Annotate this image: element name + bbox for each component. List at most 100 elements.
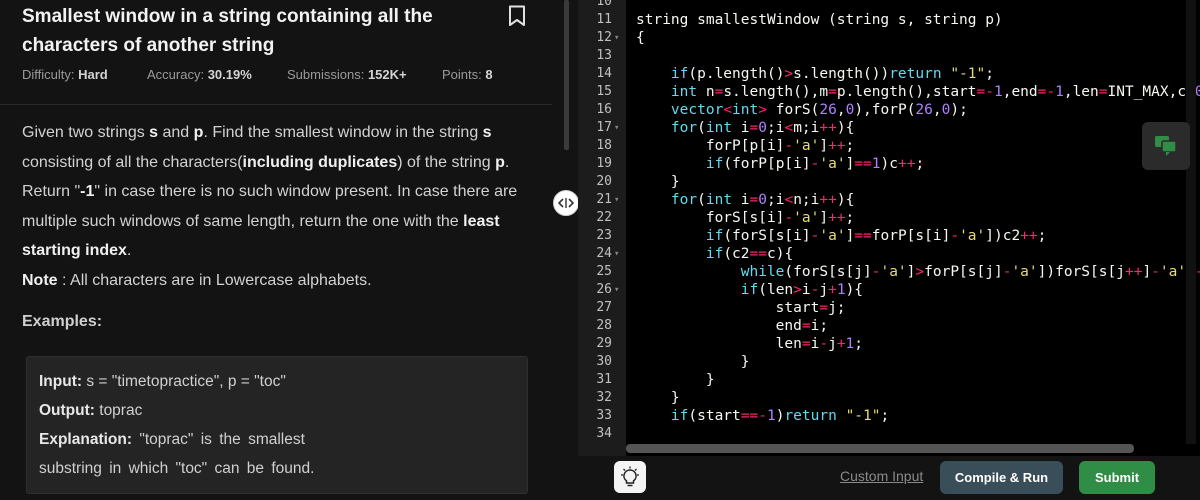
code-text[interactable]: if(p.length()>s.length())return "-1";	[636, 65, 994, 83]
code-text[interactable]: {	[636, 29, 645, 47]
example-box: Input: s = "timetopractice", p = "toc" O…	[26, 356, 528, 494]
line-number: 33	[596, 408, 612, 423]
vertical-scrollbar[interactable]	[1186, 0, 1196, 444]
line-number: 12	[596, 30, 612, 45]
submit-button[interactable]: Submit	[1079, 461, 1155, 494]
horizontal-scrollbar[interactable]	[626, 444, 1134, 453]
code-text[interactable]: forS[s[i]-'a']++;	[636, 209, 854, 227]
code-text[interactable]: len=i-j+1;	[636, 335, 863, 353]
line-number: 21	[596, 192, 612, 207]
code-line[interactable]: 22 forS[s[i]-'a']++;	[578, 209, 1200, 227]
code-text[interactable]: if(start==-1)return "-1";	[636, 407, 889, 425]
lightbulb-icon[interactable]	[614, 461, 646, 493]
custom-input-link[interactable]: Custom Input	[840, 468, 923, 484]
example-explanation: Explanation: "toprac" is the smallest	[39, 431, 305, 448]
code-text[interactable]: }	[636, 371, 715, 389]
line-number: 34	[596, 426, 612, 441]
code-line[interactable]: 10	[578, 0, 1200, 11]
fold-toggle-icon[interactable]: ▾	[614, 191, 619, 209]
code-text[interactable]: start=j;	[636, 299, 846, 317]
line-number: 28	[596, 318, 612, 333]
code-line[interactable]: 31 }	[578, 371, 1200, 389]
line-number: 15	[596, 84, 612, 99]
code-line[interactable]: 14 if(p.length()>s.length())return "-1";	[578, 65, 1200, 83]
problem-title: Smallest window in a string containing a…	[22, 6, 433, 56]
code-text[interactable]: forP[p[i]-'a']++;	[636, 137, 854, 155]
example-output: Output: toprac	[39, 402, 143, 419]
fold-toggle-icon[interactable]: ▾	[614, 119, 619, 137]
difficulty: Difficulty: Hard	[22, 67, 108, 82]
code-line[interactable]: 27 start=j;	[578, 299, 1200, 317]
line-number: 10	[596, 0, 612, 9]
code-line[interactable]: 29 len=i-j+1;	[578, 335, 1200, 353]
line-number: 22	[596, 210, 612, 225]
fold-toggle-icon[interactable]: ▾	[614, 281, 619, 299]
code-text[interactable]: if(forP[p[i]-'a']==1)c++;	[636, 155, 924, 173]
resize-handle-icon[interactable]	[553, 190, 579, 216]
code-line[interactable]: 25 while(forS[s[j]-'a']>forP[s[j]-'a'])f…	[578, 263, 1200, 281]
code-text[interactable]: }	[636, 353, 750, 371]
code-text[interactable]: }	[636, 173, 680, 191]
code-text[interactable]: for(int i=0;i<n;i++){	[636, 191, 854, 209]
code-text[interactable]: string smallestWindow (string s, string …	[636, 11, 1003, 29]
problem-panel: Smallest window in a string containing a…	[0, 0, 552, 500]
code-line[interactable]: 24 ▾ if(c2==c){	[578, 245, 1200, 263]
code-line[interactable]: 15 int n=s.length(),m=p.length(),start=-…	[578, 83, 1200, 101]
code-text[interactable]: while(forS[s[j]-'a']>forP[s[j]-'a'])forS…	[636, 263, 1200, 281]
line-number: 11	[596, 12, 612, 27]
code-line[interactable]: 18 forP[p[i]-'a']++;	[578, 137, 1200, 155]
line-number: 20	[596, 174, 612, 189]
code-line[interactable]: 16 vector<int> forS(26,0),forP(26,0);	[578, 101, 1200, 119]
code-line[interactable]: 19 if(forP[p[i]-'a']==1)c++;	[578, 155, 1200, 173]
problem-meta: Difficulty: Hard Accuracy: 30.19% Submis…	[22, 67, 493, 82]
code-text[interactable]: end=i;	[636, 317, 828, 335]
code-text[interactable]: if(forS[s[i]-'a']==forP[s[i]-'a'])c2++;	[636, 227, 1047, 245]
line-number: 26	[596, 282, 612, 297]
compile-run-button[interactable]: Compile & Run	[940, 461, 1063, 494]
points: Points: 8	[442, 67, 493, 82]
line-number: 31	[596, 372, 612, 387]
line-number: 13	[596, 48, 612, 63]
chat-icon[interactable]	[1142, 122, 1190, 170]
code-line[interactable]: 13	[578, 47, 1200, 65]
problem-description: Given two strings s and p. Find the smal…	[22, 124, 518, 289]
code-line[interactable]: 21 ▾ for(int i=0;i<n;i++){	[578, 191, 1200, 209]
code-line[interactable]: 32 }	[578, 389, 1200, 407]
code-editor[interactable]: 10 11 string smallestWindow (string s, str…	[578, 0, 1200, 456]
line-number: 32	[596, 390, 612, 405]
fold-toggle-icon[interactable]: ▾	[614, 245, 619, 263]
line-number: 27	[596, 300, 612, 315]
code-text[interactable]: vector<int> forS(26,0),forP(26,0);	[636, 101, 968, 119]
code-line[interactable]: 28 end=i;	[578, 317, 1200, 335]
code-line[interactable]: 20 }	[578, 173, 1200, 191]
code-text[interactable]: if(c2==c){	[636, 245, 793, 263]
code-text[interactable]: if(len>i-j+1){	[636, 281, 863, 299]
code-line[interactable]: 34	[578, 425, 1200, 443]
line-number: 14	[596, 66, 612, 81]
code-line[interactable]: 33 if(start==-1)return "-1";	[578, 407, 1200, 425]
code-line[interactable]: 11 string smallestWindow (string s, strin…	[578, 11, 1200, 29]
examples-heading: Examples:	[22, 313, 103, 330]
problem-scrollbar[interactable]	[564, 0, 569, 150]
code-text[interactable]: for(int i=0;i<m;i++){	[636, 119, 854, 137]
code-line[interactable]: 17 ▾ for(int i=0;i<m;i++){	[578, 119, 1200, 137]
line-number: 16	[596, 102, 612, 117]
submissions: Submissions: 152K+	[287, 67, 407, 82]
line-number: 30	[596, 354, 612, 369]
code-line[interactable]: 30 }	[578, 353, 1200, 371]
accuracy: Accuracy: 30.19%	[147, 67, 252, 82]
bookmark-icon[interactable]	[508, 5, 526, 27]
line-number: 23	[596, 228, 612, 243]
code-text[interactable]: int n=s.length(),m=p.length(),start=-1,e…	[636, 83, 1200, 101]
line-number: 19	[596, 156, 612, 171]
code-text[interactable]: }	[636, 389, 680, 407]
fold-toggle-icon[interactable]: ▾	[614, 29, 619, 47]
note-label: Note	[22, 271, 58, 289]
example-input: Input: s = "timetopractice", p = "toc"	[39, 373, 286, 390]
divider	[0, 104, 552, 105]
line-number: 29	[596, 336, 612, 351]
code-line[interactable]: 23 if(forS[s[i]-'a']==forP[s[i]-'a'])c2+…	[578, 227, 1200, 245]
code-line[interactable]: 12 ▾ {	[578, 29, 1200, 47]
example-explanation-cont: substring in which "toc" can be found.	[39, 460, 315, 477]
code-line[interactable]: 26 ▾ if(len>i-j+1){	[578, 281, 1200, 299]
